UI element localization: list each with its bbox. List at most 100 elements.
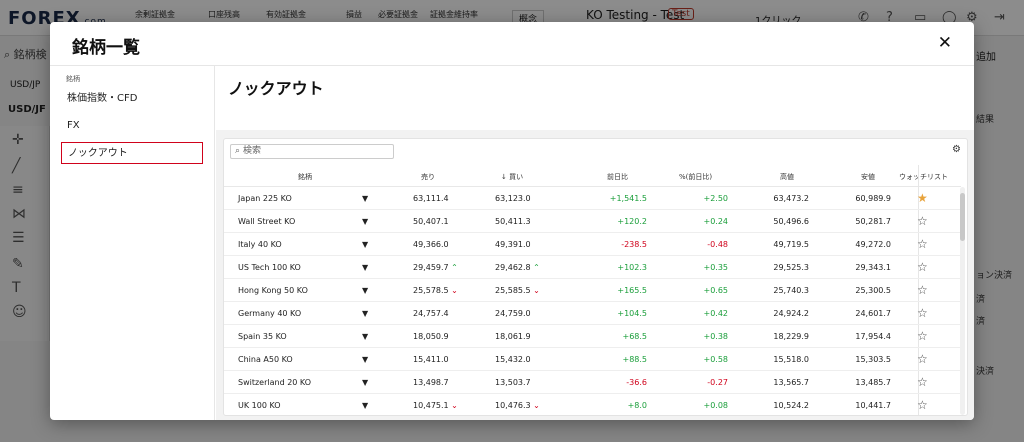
- instrument-name[interactable]: Spain 35 KO: [238, 332, 287, 341]
- sell-price[interactable]: 49,366.0: [413, 240, 449, 249]
- change-percent: +0.38: [703, 332, 728, 341]
- high-price: 15,518.0: [773, 355, 809, 364]
- high-price: 25,740.3: [773, 286, 809, 295]
- instrument-name[interactable]: Hong Kong 50 KO: [238, 286, 308, 295]
- content-header: ノックアウト: [216, 66, 974, 130]
- buy-price[interactable]: 18,061.9: [495, 332, 531, 341]
- instrument-name[interactable]: Japan 225 KO: [238, 194, 292, 203]
- table-row[interactable]: China A50 KO ▼ 15,411.0 15,432.0 +88.5 +0.58 1…: [224, 348, 961, 371]
- column-header-buy[interactable]: ↓ 買い: [501, 172, 523, 182]
- high-price: 18,229.9: [773, 332, 809, 341]
- low-price: 15,303.5: [855, 355, 891, 364]
- watchlist-star-icon[interactable]: ☆: [917, 260, 928, 274]
- change-percent: -0.48: [707, 240, 728, 249]
- sidebar-item-fx[interactable]: FX: [61, 115, 203, 137]
- change-value: +104.5: [617, 309, 647, 318]
- low-price: 24,601.7: [855, 309, 891, 318]
- table-row[interactable]: UK 100 KO ▼ 10,475.1 ⌄ 10,476.3 ⌄ +8.0 +0.08 1…: [224, 394, 961, 415]
- expand-caret-icon[interactable]: ▼: [362, 355, 368, 364]
- settings-icon[interactable]: ⚙: [952, 144, 961, 155]
- sidebar-item-index-cfd[interactable]: 株価指数・CFD: [61, 88, 203, 110]
- buy-price[interactable]: 10,476.3 ⌄: [495, 401, 540, 410]
- expand-caret-icon[interactable]: ▼: [362, 194, 368, 203]
- watchlist-star-icon[interactable]: ★: [917, 191, 928, 205]
- change-percent: -0.27: [707, 378, 728, 387]
- change-value: +120.2: [617, 217, 647, 226]
- table-row[interactable]: Hong Kong 50 KO ▼ 25,578.5 ⌄ 25,585.5 ⌄ +165…: [224, 279, 961, 302]
- column-header-name[interactable]: 銘柄: [298, 172, 312, 182]
- table-header: 銘柄 売り ↓ 買い 前日比 %(前日比) 高値 安値 ウォッチリスト: [224, 165, 961, 187]
- change-value: +102.3: [617, 263, 647, 272]
- watchlist-star-icon[interactable]: ☆: [917, 398, 928, 412]
- price-up-icon: ⌃: [451, 263, 458, 272]
- expand-caret-icon[interactable]: ▼: [362, 401, 368, 410]
- sell-price[interactable]: 50,407.1: [413, 217, 449, 226]
- sell-price[interactable]: 15,411.0: [413, 355, 449, 364]
- buy-price[interactable]: 29,462.8 ⌃: [495, 263, 540, 272]
- change-value: -36.6: [626, 378, 647, 387]
- expand-caret-icon[interactable]: ▼: [362, 263, 368, 272]
- watchlist-star-icon[interactable]: ☆: [917, 306, 928, 320]
- column-header-high[interactable]: 高値: [780, 172, 794, 182]
- watchlist-star-icon[interactable]: ☆: [917, 283, 928, 297]
- sell-price[interactable]: 13,498.7: [413, 378, 449, 387]
- table-row[interactable]: Germany 40 KO ▼ 24,757.4 24,759.0 +104.5 +0.4…: [224, 302, 961, 325]
- buy-price[interactable]: 24,759.0: [495, 309, 531, 318]
- symbol-list-modal: 銘柄一覧 ✕ 銘柄 株価指数・CFD FX ノックアウト ノックアウト ⌕ 検索 …: [50, 22, 974, 420]
- watchlist-star-icon[interactable]: ☆: [917, 214, 928, 228]
- expand-caret-icon[interactable]: ▼: [362, 378, 368, 387]
- sidebar-item-knockout[interactable]: ノックアウト: [61, 142, 203, 164]
- buy-price[interactable]: 15,432.0: [495, 355, 531, 364]
- watchlist-star-icon[interactable]: ☆: [917, 237, 928, 251]
- instrument-table: ⌕ 検索 ⚙ 銘柄 売り ↓ 買い 前日比 %(前日比) 高値 安値 ウォッチリス…: [223, 138, 968, 416]
- close-icon[interactable]: ✕: [938, 33, 952, 53]
- buy-price[interactable]: 13,503.7: [495, 378, 531, 387]
- sell-price[interactable]: 10,475.1 ⌄: [413, 401, 458, 410]
- watchlist-star-icon[interactable]: ☆: [917, 375, 928, 389]
- table-row[interactable]: Spain 35 KO ▼ 18,050.9 18,061.9 +68.5 +0.38 18…: [224, 325, 961, 348]
- column-header-low[interactable]: 安値: [861, 172, 875, 182]
- sell-price[interactable]: 25,578.5 ⌄: [413, 286, 458, 295]
- watchlist-star-icon[interactable]: ☆: [917, 352, 928, 366]
- instrument-name[interactable]: US Tech 100 KO: [238, 263, 301, 272]
- scrollbar[interactable]: [960, 187, 965, 415]
- table-row[interactable]: US Tech 100 KO ▼ 29,459.7 ⌃ 29,462.8 ⌃ +102.…: [224, 256, 961, 279]
- column-header-pct[interactable]: %(前日比): [679, 172, 712, 182]
- expand-caret-icon[interactable]: ▼: [362, 309, 368, 318]
- scroll-thumb[interactable]: [960, 193, 965, 241]
- buy-price[interactable]: 50,411.3: [495, 217, 531, 226]
- instrument-name[interactable]: Germany 40 KO: [238, 309, 301, 318]
- change-value: +68.5: [622, 332, 647, 341]
- sell-price[interactable]: 18,050.9: [413, 332, 449, 341]
- column-header-sell[interactable]: 売り: [421, 172, 435, 182]
- expand-caret-icon[interactable]: ▼: [362, 286, 368, 295]
- table-row[interactable]: Wall Street KO ▼ 50,407.1 50,411.3 +120.2 +0.…: [224, 210, 961, 233]
- instrument-name[interactable]: Switzerland 20 KO: [238, 378, 311, 387]
- instrument-name[interactable]: Italy 40 KO: [238, 240, 282, 249]
- sell-price[interactable]: 24,757.4: [413, 309, 449, 318]
- column-header-change[interactable]: 前日比: [607, 172, 628, 182]
- instrument-name[interactable]: China A50 KO: [238, 355, 293, 364]
- table-row[interactable]: Switzerland 20 KO ▼ 13,498.7 13,503.7 -36.6 -…: [224, 371, 961, 394]
- expand-caret-icon[interactable]: ▼: [362, 332, 368, 341]
- search-icon: ⌕: [235, 146, 241, 156]
- expand-caret-icon[interactable]: ▼: [362, 217, 368, 226]
- instrument-name[interactable]: UK 100 KO: [238, 401, 281, 410]
- buy-price[interactable]: 63,123.0: [495, 194, 531, 203]
- buy-price[interactable]: 49,391.0: [495, 240, 531, 249]
- high-price: 10,524.2: [773, 401, 809, 410]
- high-price: 13,565.7: [773, 378, 809, 387]
- change-percent: +0.65: [703, 286, 728, 295]
- expand-caret-icon[interactable]: ▼: [362, 240, 368, 249]
- sell-price[interactable]: 29,459.7 ⌃: [413, 263, 458, 272]
- instrument-name[interactable]: Wall Street KO: [238, 217, 295, 226]
- search-input[interactable]: ⌕ 検索: [230, 144, 394, 159]
- change-value: +1,541.5: [609, 194, 647, 203]
- buy-price[interactable]: 25,585.5 ⌄: [495, 286, 540, 295]
- table-row[interactable]: Japan 225 KO ▼ 63,111.4 63,123.0 +1,541.5 +2.…: [224, 187, 961, 210]
- change-percent: +0.24: [703, 217, 728, 226]
- watchlist-star-icon[interactable]: ☆: [917, 329, 928, 343]
- sell-price[interactable]: 63,111.4: [413, 194, 449, 203]
- page-title: ノックアウト: [228, 79, 324, 98]
- table-row[interactable]: Italy 40 KO ▼ 49,366.0 49,391.0 -238.5 -0.48 4…: [224, 233, 961, 256]
